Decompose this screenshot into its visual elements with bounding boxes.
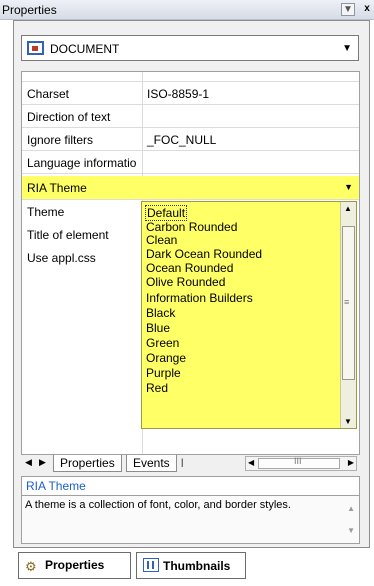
property-row-direction[interactable]: Direction of text xyxy=(22,105,359,128)
property-name: Language informatio xyxy=(27,156,137,170)
property-row-ignore-filters[interactable]: Ignore filters _FOC_NULL xyxy=(22,128,359,151)
property-row-language[interactable]: Language informatio xyxy=(22,151,359,174)
object-selector-dropdown[interactable]: DOCUMENT ▼ xyxy=(21,35,359,61)
theme-list-scrollbar[interactable]: ▲ ≡ ▼ xyxy=(340,202,356,428)
description-text: A theme is a collection of font, color, … xyxy=(25,499,291,511)
close-icon[interactable]: x xyxy=(360,3,374,16)
scroll-up-icon[interactable]: ▲ xyxy=(347,504,355,513)
grid-header xyxy=(22,72,359,82)
tab-properties[interactable]: Properties xyxy=(53,455,122,472)
theme-option[interactable]: Red xyxy=(146,381,168,395)
dropdown-icon[interactable]: ▼ xyxy=(341,3,355,16)
inner-tab-strip: ◀ ▶ Properties Events | ◀ III ▶ xyxy=(21,454,360,472)
property-name: Direction of text xyxy=(27,110,111,124)
window-title: Properties xyxy=(2,3,57,17)
property-value[interactable]: ISO-8859-1 xyxy=(147,87,209,101)
grip-icon: III xyxy=(294,456,302,466)
theme-option[interactable]: Olive Rounded xyxy=(146,275,225,289)
description-box: A theme is a collection of font, color, … xyxy=(22,495,359,543)
theme-option[interactable]: Dark Ocean Rounded xyxy=(146,247,262,261)
thumbnails-icon xyxy=(143,558,159,572)
tab-scroll-left-icon[interactable]: ◀ xyxy=(25,457,32,468)
description-title: RIA Theme xyxy=(26,479,86,493)
theme-option[interactable]: Purple xyxy=(146,366,181,380)
theme-option[interactable]: Black xyxy=(146,306,175,320)
scroll-right-icon[interactable]: ▶ xyxy=(348,458,354,467)
properties-icon: ⚙ xyxy=(25,559,37,574)
property-name: RIA Theme xyxy=(27,181,87,195)
property-name: Charset xyxy=(27,87,70,101)
horizontal-scrollbar[interactable]: ◀ III ▶ xyxy=(245,456,357,471)
theme-option[interactable]: Carbon Rounded xyxy=(146,220,237,234)
properties-panel: DOCUMENT ▼ Charset ISO-8859-1 Direction … xyxy=(13,20,370,548)
tab-label: Thumbnails xyxy=(163,559,231,573)
tab-thumbnails[interactable]: Thumbnails xyxy=(136,552,246,579)
theme-option[interactable]: Default xyxy=(145,205,188,221)
theme-option[interactable]: Blue xyxy=(146,321,170,335)
theme-option[interactable]: Clean xyxy=(146,233,177,247)
chevron-down-icon[interactable]: ▼ xyxy=(342,43,352,54)
theme-option[interactable]: Information Builders xyxy=(146,291,253,305)
chevron-down-icon[interactable]: ▼ xyxy=(344,182,353,192)
property-name: Title of element xyxy=(27,228,109,242)
scroll-down-icon[interactable]: ▼ xyxy=(344,417,352,426)
bottom-tab-bar: ⚙ Properties Thumbnails xyxy=(0,548,374,586)
title-bar: Properties ▼ x xyxy=(0,0,374,20)
theme-option[interactable]: Orange xyxy=(146,351,186,365)
property-name: Ignore filters xyxy=(27,133,94,147)
tab-properties-bottom[interactable]: ⚙ Properties xyxy=(18,552,131,579)
property-row-ria-theme[interactable]: RIA Theme ▼ xyxy=(22,176,359,200)
property-value[interactable]: _FOC_NULL xyxy=(147,133,216,147)
description-panel: RIA Theme A theme is a collection of fon… xyxy=(21,476,360,544)
document-icon xyxy=(27,41,44,55)
theme-option[interactable]: Ocean Rounded xyxy=(146,261,233,275)
object-selector-value: DOCUMENT xyxy=(50,42,120,56)
property-row-charset[interactable]: Charset ISO-8859-1 xyxy=(22,82,359,105)
theme-options-list[interactable]: Default Carbon Rounded Clean Dark Ocean … xyxy=(141,201,357,429)
scroll-up-icon[interactable]: ▲ xyxy=(344,204,352,213)
scroll-down-icon[interactable]: ▼ xyxy=(347,526,355,535)
tab-label: Properties xyxy=(45,558,105,572)
grip-icon: ≡ xyxy=(344,297,350,307)
tab-strip-divider: | xyxy=(181,457,184,467)
tab-events[interactable]: Events xyxy=(126,455,177,472)
theme-option[interactable]: Green xyxy=(146,336,179,350)
property-name: Theme xyxy=(27,205,65,219)
tab-scroll-right-icon[interactable]: ▶ xyxy=(39,457,46,468)
scroll-left-icon[interactable]: ◀ xyxy=(248,458,254,467)
property-name: Use appl.css xyxy=(27,251,96,265)
